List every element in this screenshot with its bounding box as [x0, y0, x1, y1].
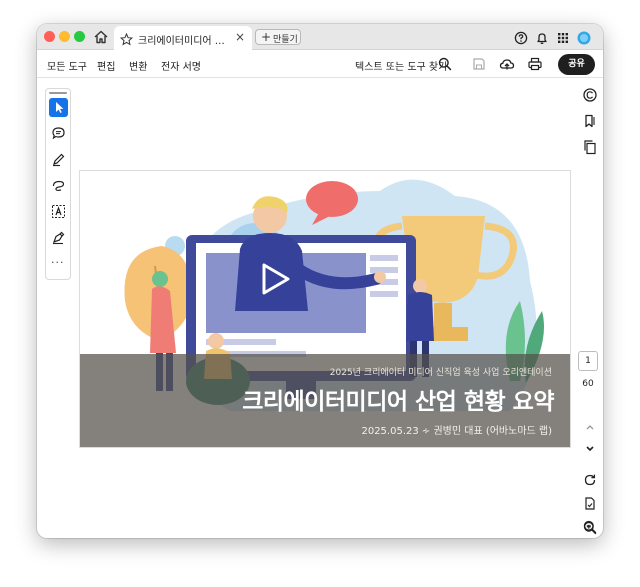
slide-meta: 2025.05.23 ∻ 권병민 대표 (어바노마드 랩): [361, 426, 552, 437]
help-icon[interactable]: [514, 30, 528, 45]
minimize-window-button[interactable]: [59, 31, 70, 42]
page-total: 60: [582, 379, 594, 389]
search-icon[interactable]: [437, 56, 453, 72]
star-icon[interactable]: [119, 31, 134, 46]
app-window: 크리에이터미디어 산업 현황 요약 × + 만들기 모든 도구 편집 변환: [37, 24, 603, 538]
quick-tools-panel: ···: [45, 88, 71, 280]
main-toolbar: 모든 도구 편집 변환 전자 서명 텍스트 또는 도구 찾기 공유: [37, 51, 603, 78]
menu-e-sign[interactable]: 전자 서명: [161, 58, 201, 73]
menu-all-tools[interactable]: 모든 도구: [47, 58, 87, 73]
print-icon[interactable]: [527, 56, 543, 72]
tab-bar: 크리에이터미디어 산업 현황 요약 × + 만들기: [37, 24, 603, 50]
save-icon[interactable]: [471, 56, 487, 72]
close-window-button[interactable]: [44, 31, 55, 42]
ai-assistant-icon[interactable]: [582, 87, 598, 103]
document-settings-icon[interactable]: [582, 496, 598, 512]
apps-grid-icon[interactable]: [556, 30, 570, 44]
share-button[interactable]: 공유: [558, 54, 595, 75]
highlight-tool[interactable]: [49, 150, 68, 169]
chevron-down-icon[interactable]: [582, 440, 598, 456]
menu-edit[interactable]: 편집: [97, 58, 115, 73]
chevron-up-icon[interactable]: [582, 419, 598, 435]
search-tools-label[interactable]: 텍스트 또는 도구 찾기: [355, 58, 447, 73]
right-rail: [577, 79, 603, 538]
tab-title: 크리에이터미디어 산업 현황 요약: [138, 36, 232, 47]
title-overlay: 2025년 크리에이터 미디어 신직업 육성 사업 오리엔테이션 크리에이터미디…: [80, 354, 570, 447]
upload-cloud-icon[interactable]: [499, 56, 515, 72]
page-number-input[interactable]: 1: [578, 351, 598, 371]
close-tab-icon[interactable]: ×: [235, 30, 245, 44]
zoom-window-button[interactable]: [74, 31, 85, 42]
bookmark-icon[interactable]: [582, 113, 598, 129]
copy-pages-icon[interactable]: [582, 139, 598, 155]
rotate-icon[interactable]: [582, 472, 598, 488]
select-tool[interactable]: [49, 98, 68, 117]
more-tools-icon[interactable]: ···: [51, 256, 65, 269]
slide-subtitle: 2025년 크리에이터 미디어 신직업 육성 사업 오리엔테이션: [329, 368, 552, 378]
zoom-out-icon[interactable]: [582, 519, 598, 535]
comment-tool[interactable]: [49, 124, 68, 143]
tab-document[interactable]: 크리에이터미디어 산업 현황 요약 ×: [114, 26, 252, 50]
draw-tool[interactable]: [49, 176, 68, 195]
text-box-tool[interactable]: [49, 202, 68, 221]
new-tab-label: 만들기: [273, 35, 298, 45]
slide-title: 크리에이터미디어 산업 현황 요약: [242, 389, 554, 415]
menu-convert[interactable]: 변환: [129, 58, 147, 73]
avatar[interactable]: [577, 30, 591, 45]
sign-tool[interactable]: [49, 228, 68, 247]
home-icon[interactable]: [92, 28, 110, 46]
new-tab-button[interactable]: + 만들기: [255, 29, 301, 45]
bell-icon[interactable]: [535, 30, 549, 44]
panel-drag-handle[interactable]: [49, 92, 67, 94]
plus-icon: +: [261, 30, 272, 44]
document-page: 2025년 크리에이터 미디어 신직업 육성 사업 오리엔테이션 크리에이터미디…: [79, 170, 571, 448]
